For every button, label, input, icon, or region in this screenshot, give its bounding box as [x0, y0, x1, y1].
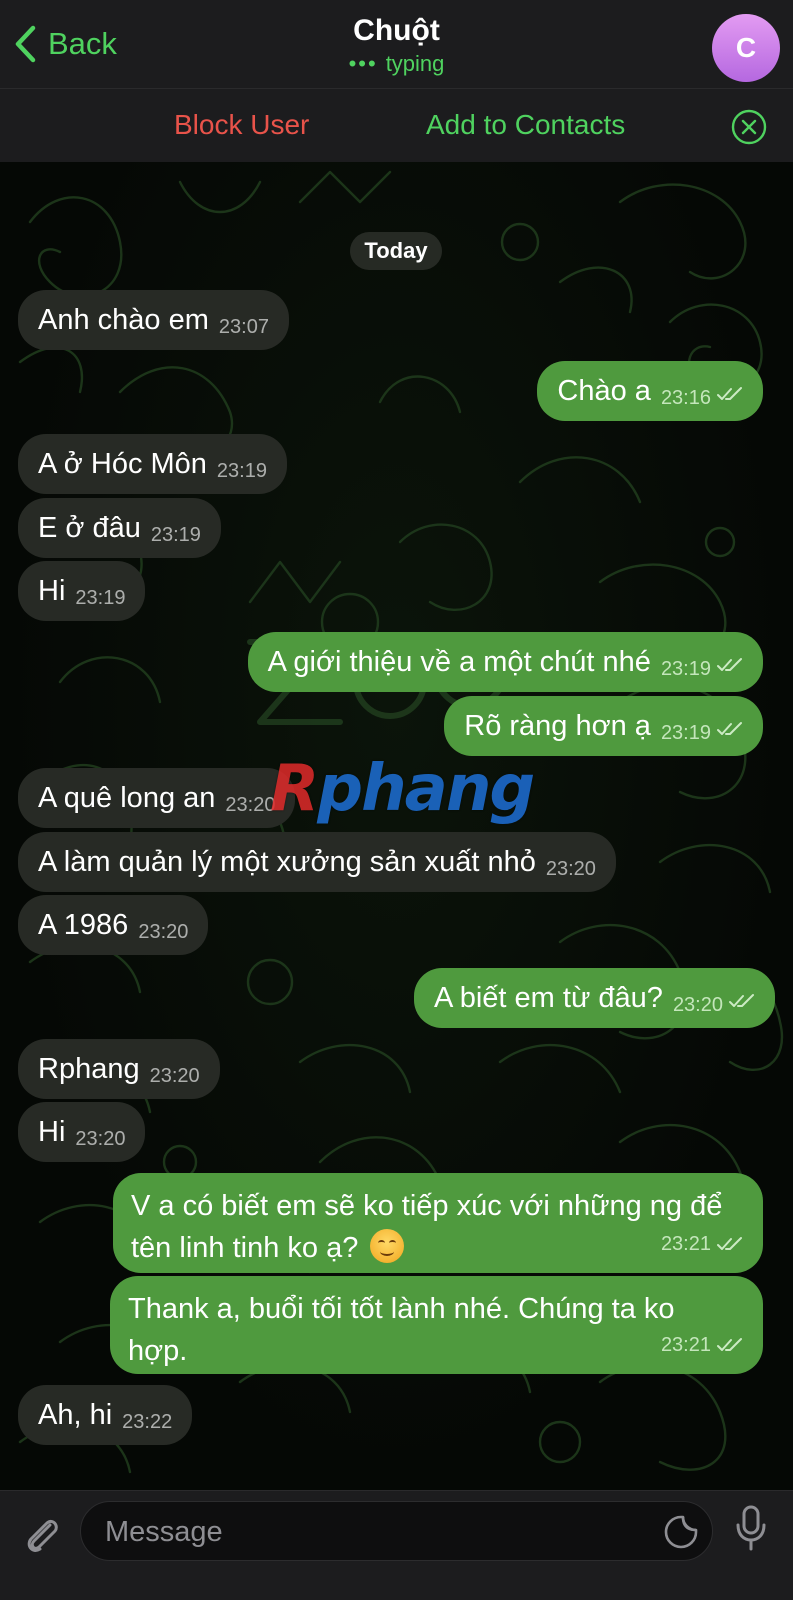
double-check-icon [717, 1237, 742, 1250]
outgoing-message[interactable]: V a có biết em sẽ ko tiếp xúc với những … [113, 1173, 763, 1273]
incoming-message[interactable]: A 1986 23:20 [18, 895, 209, 955]
message-time: 23:19 [75, 587, 126, 609]
message-meta: 23:21 [661, 1223, 743, 1265]
double-check-icon [717, 722, 742, 735]
chat-title[interactable]: Chuột ••• typing [250, 12, 543, 78]
message-text: Hi [38, 575, 66, 607]
incoming-message[interactable]: Anh chào em 23:07 [18, 290, 289, 350]
message-time: 23:20 [149, 1065, 200, 1087]
message-text: Thank a, buổi tối tốt lành nhé. Chúng ta… [128, 1293, 675, 1367]
incoming-message[interactable]: Ah, hi 23:22 [18, 1385, 193, 1445]
message-time: 23:22 [122, 1411, 173, 1433]
message-text: Hi [38, 1116, 66, 1148]
double-check-icon [717, 1338, 742, 1351]
message-text: Anh chào em [38, 304, 209, 336]
incoming-message[interactable]: Rphang 23:20 [18, 1039, 220, 1099]
message-time: 23:19 [660, 658, 711, 680]
incoming-message[interactable]: E ở đâu 23:19 [18, 498, 221, 558]
message-text: V a có biết em sẽ ko tiếp xúc với những … [131, 1190, 723, 1264]
message-time: 23:20 [138, 921, 189, 943]
smiling-face-icon [370, 1229, 405, 1263]
message-text-wrap: V a có biết em sẽ ko tiếp xúc với những … [131, 1185, 741, 1269]
voice-record-button[interactable] [734, 1505, 768, 1556]
contact-name: Chuột [353, 14, 440, 47]
paperclip-icon [27, 1519, 58, 1552]
message-time: 23:07 [218, 316, 269, 338]
sticker-icon [664, 1515, 698, 1549]
incoming-message[interactable]: Hi 23:20 [18, 1102, 146, 1162]
contact-action-bar: Block User Add to Contacts [0, 88, 793, 163]
close-circle-icon [731, 109, 767, 145]
message-composer [0, 1490, 793, 1600]
sticker-button[interactable] [663, 1514, 699, 1555]
message-text: A ở Hóc Môn [38, 448, 207, 480]
avatar[interactable]: C [712, 14, 780, 82]
chat-header: Back Chuột ••• typing C [0, 0, 793, 88]
message-input-field[interactable] [80, 1501, 713, 1561]
message-time: 23:20 [225, 794, 276, 816]
message-time: 23:20 [672, 994, 723, 1016]
message-text: A quê long an [38, 782, 216, 814]
message-time: 23:21 [660, 1334, 711, 1356]
back-label: Back [48, 26, 117, 61]
message-time: 23:20 [545, 858, 596, 880]
message-meta: 23:21 [661, 1324, 743, 1366]
message-time: 23:16 [660, 387, 711, 409]
add-to-contacts-button[interactable]: Add to Contacts [426, 109, 625, 141]
attach-button[interactable] [20, 1513, 62, 1560]
incoming-message[interactable]: A quê long an 23:20 [18, 768, 296, 828]
status-text: typing [385, 51, 445, 76]
incoming-message[interactable]: A ở Hóc Môn 23:19 [18, 434, 287, 494]
message-text: E ở đâu [38, 512, 141, 544]
message-time: 23:19 [660, 722, 711, 744]
double-check-icon [717, 658, 742, 671]
chevron-left-icon [15, 25, 36, 63]
back-button[interactable]: Back [14, 22, 117, 66]
message-text: Chào a [557, 375, 651, 407]
double-check-icon [729, 994, 754, 1007]
avatar-initial: C [735, 32, 757, 63]
outgoing-message[interactable]: Chào a 23:16 [537, 361, 763, 421]
message-text: A biết em từ đâu? [433, 982, 663, 1014]
chat-screen: Back Chuột ••• typing C Block User Add to… [0, 0, 793, 1600]
microphone-icon [736, 1505, 766, 1551]
message-time: 23:19 [150, 524, 201, 546]
message-text: A làm quản lý một xưởng sản xuất nhỏ [38, 846, 536, 878]
date-separator: Today [350, 232, 442, 270]
message-input[interactable] [103, 1510, 627, 1554]
message-list[interactable]: Today Anh chào em 23:07 Chào a 23:16 A ở H… [0, 162, 793, 1490]
message-text: Ah, hi [38, 1399, 113, 1431]
outgoing-message[interactable]: A giới thiệu về a một chút nhé 23:19 [247, 632, 763, 692]
message-time: 23:21 [660, 1233, 711, 1255]
typing-status: ••• typing [250, 50, 543, 78]
close-banner-button[interactable] [731, 109, 767, 150]
outgoing-message[interactable]: A biết em từ đâu? 23:20 [413, 968, 775, 1028]
message-text: A giới thiệu về a một chút nhé [267, 646, 651, 678]
message-text: Rphang [38, 1053, 140, 1085]
block-user-button[interactable]: Block User [174, 109, 309, 141]
outgoing-message[interactable]: Thank a, buổi tối tốt lành nhé. Chúng ta… [110, 1276, 763, 1374]
typing-dots-icon: ••• [348, 51, 378, 76]
incoming-message[interactable]: Hi 23:19 [18, 561, 146, 621]
double-check-icon [717, 387, 742, 400]
message-text: Rõ ràng hơn ạ [464, 710, 651, 742]
message-time: 23:19 [216, 460, 267, 482]
outgoing-message[interactable]: Rõ ràng hơn ạ 23:19 [444, 696, 763, 756]
incoming-message[interactable]: A làm quản lý một xưởng sản xuất nhỏ 23:2… [18, 832, 616, 892]
message-time: 23:20 [75, 1128, 126, 1150]
message-text: A 1986 [38, 909, 129, 941]
